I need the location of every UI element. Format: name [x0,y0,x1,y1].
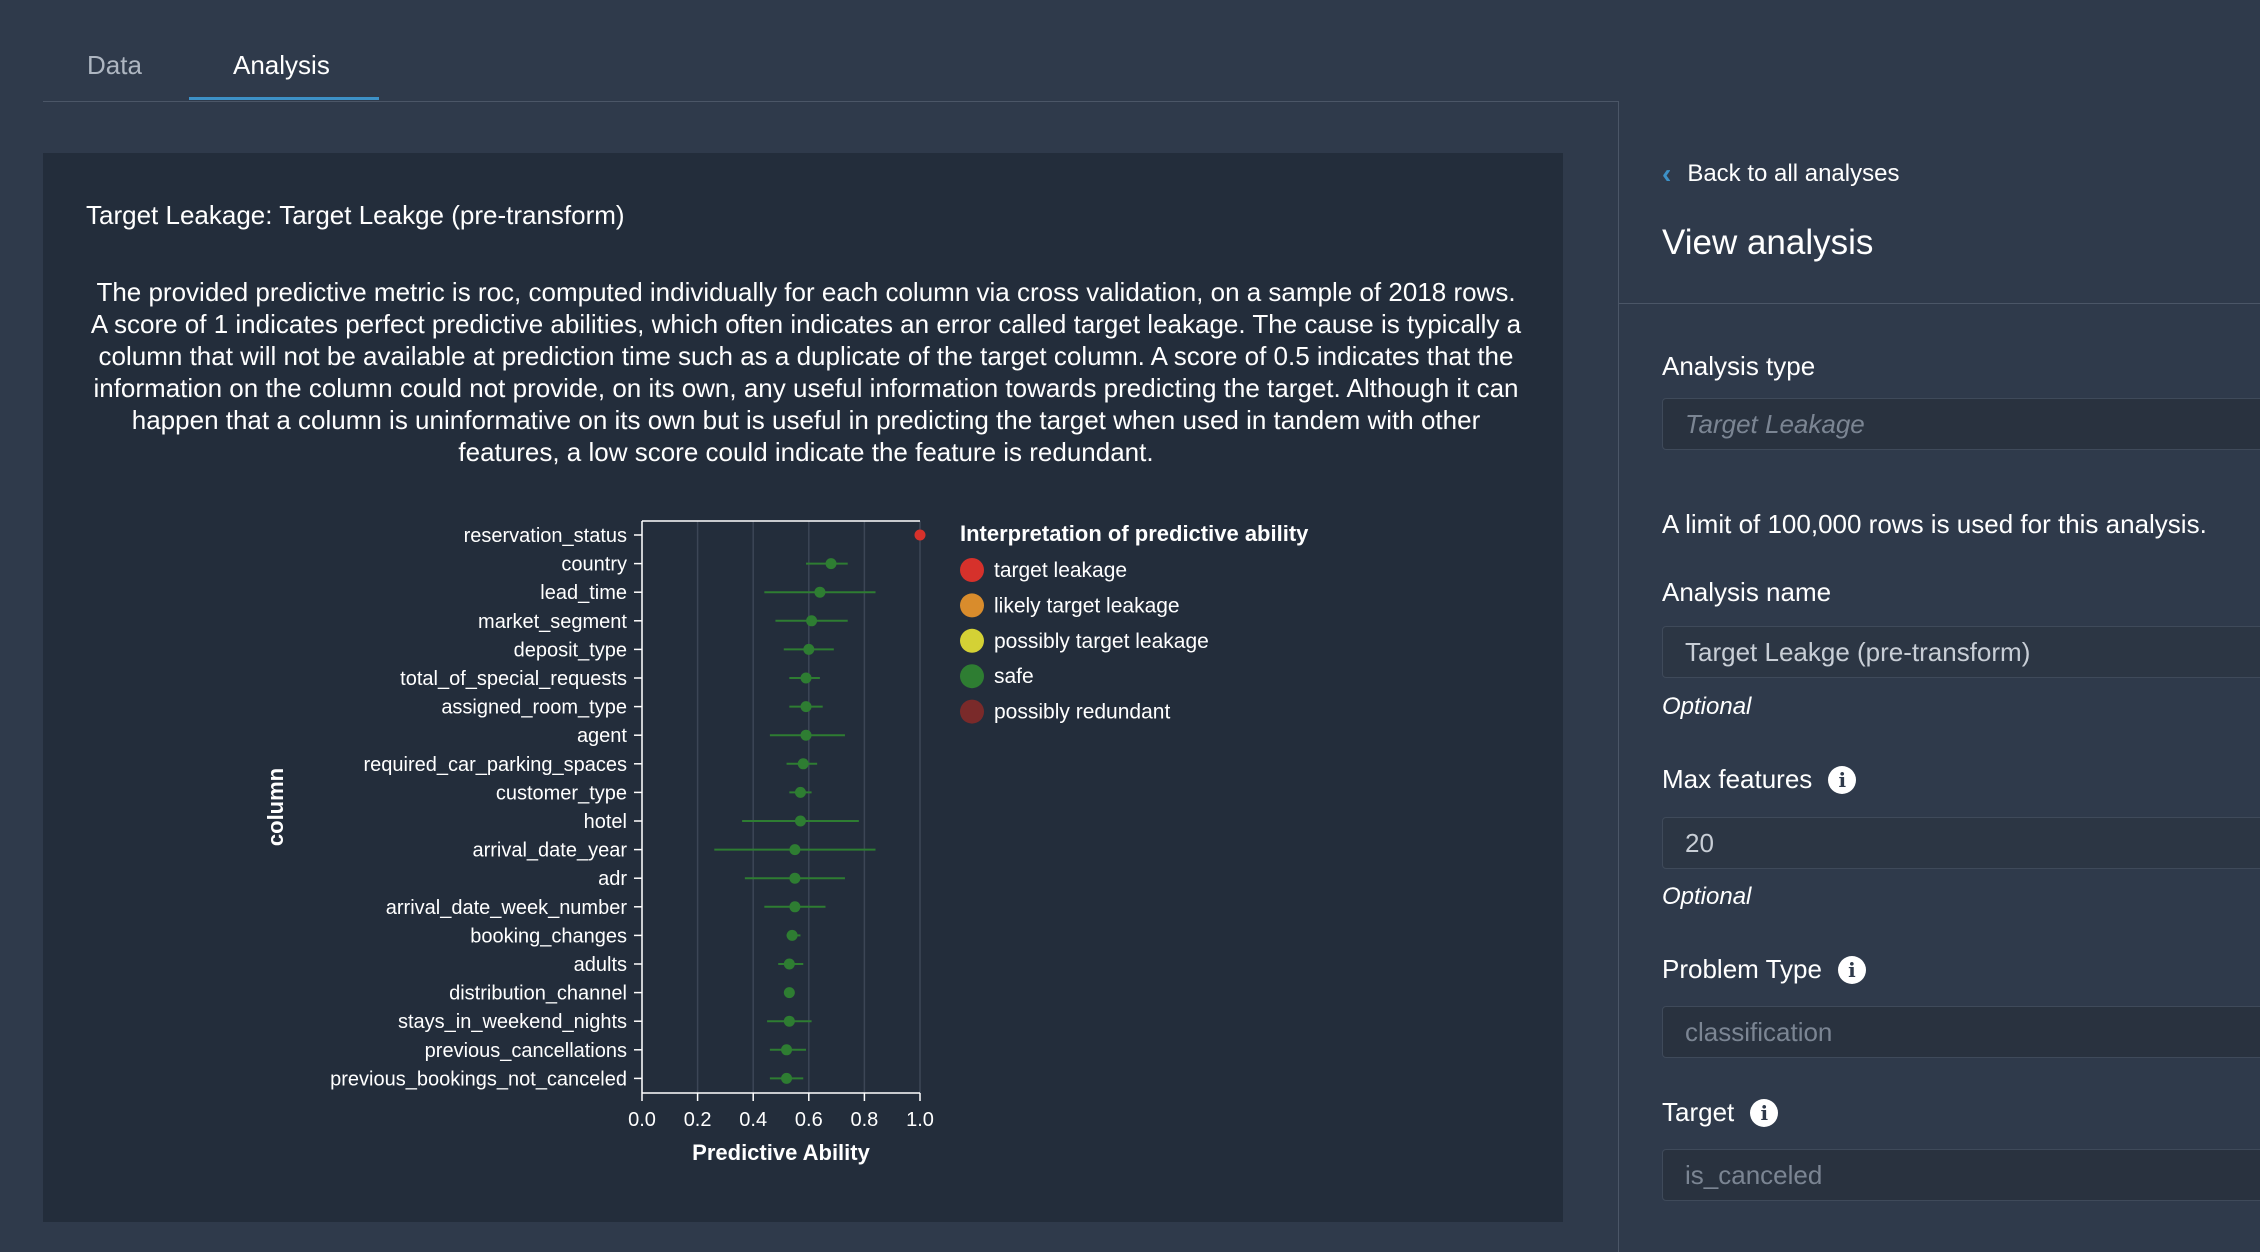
analysis-type-label: Analysis type [1662,351,1816,381]
legend-label: likely target leakage [994,594,1180,617]
data-point [781,1044,793,1056]
data-point [800,701,812,713]
y-tick-label: adults [574,954,627,976]
data-point [786,929,798,941]
data-point [803,643,815,655]
data-point [800,729,812,741]
y-tick-label: total_of_special_requests [400,668,627,690]
tab-data[interactable]: Data [87,50,142,81]
max-features-input[interactable]: 20 [1662,817,2260,869]
data-point [806,615,818,627]
tab-bar: Data Analysis [43,0,1618,102]
legend-swatch [960,699,984,724]
analysis-type-field[interactable]: Target Leakage [1662,398,2260,450]
data-point [789,844,801,856]
y-tick-label: assigned_room_type [441,697,627,719]
back-to-analyses-link[interactable]: ‹ Back to all analyses [1662,158,1899,190]
y-tick-label: previous_cancellations [425,1040,627,1062]
legend-label: target leakage [994,559,1127,582]
legend-title: Interpretation of predictive ability [960,521,1309,546]
max-features-optional: Optional [1662,883,1752,910]
y-tick-label: lead_time [540,582,627,604]
data-point [914,529,926,541]
problem-type-field[interactable]: classification [1662,1006,2260,1058]
y-tick-label: adr [598,868,627,890]
data-point [783,958,795,970]
y-tick-label: market_segment [478,611,627,633]
legend-swatch [960,558,984,582]
side-panel-title: View analysis [1662,223,1874,262]
info-icon[interactable]: i [1828,765,1857,794]
x-tick-label: 1.0 [906,1109,934,1131]
data-point [825,558,837,570]
x-tick-label: 0.2 [684,1109,712,1131]
data-point [789,901,801,913]
data-point [797,758,809,770]
row-limit-note: A limit of 100,000 rows is used for this… [1662,509,2207,539]
legend-swatch [960,664,984,689]
data-point [794,815,806,827]
y-tick-label: previous_bookings_not_canceled [330,1068,627,1090]
max-features-label: Max features i [1662,764,1857,795]
y-tick-label: arrival_date_week_number [386,897,628,919]
chevron-left-icon: ‹ [1662,158,1672,189]
target-field[interactable]: is_canceled [1662,1149,2260,1201]
info-icon[interactable]: i [1837,955,1866,984]
y-tick-label: booking_changes [470,925,627,947]
y-tick-label: distribution_channel [449,983,627,1005]
data-point [794,786,806,798]
data-point [781,1072,793,1084]
x-tick-label: 0.8 [850,1109,878,1131]
side-panel: ‹ Back to all analyses View analysis Ana… [1619,101,2260,1252]
legend-label: possibly target leakage [994,630,1209,653]
side-header-divider [1619,303,2260,304]
y-tick-label: arrival_date_year [472,840,627,862]
analysis-name-optional: Optional [1662,693,1752,720]
data-point [783,987,795,999]
y-tick-label: reservation_status [464,525,627,547]
legend-label: possibly redundant [994,701,1170,724]
data-point [800,672,812,684]
analysis-panel: Target Leakage: Target Leakge (pre-trans… [43,153,1563,1222]
x-axis-title: Predictive Ability [692,1140,870,1165]
y-tick-label: customer_type [496,782,627,804]
legend-swatch [960,593,984,618]
analysis-name-label: Analysis name [1662,577,1832,607]
x-tick-label: 0.0 [628,1109,656,1131]
target-label: Target i [1662,1097,1779,1128]
predictive-ability-chart: 0.0 0.2 0.4 0.6 0.8 1.0 reservation_statuscoun… [263,520,1309,1165]
legend-swatch [960,628,984,653]
analysis-name-input[interactable]: Target Leakge (pre-transform) [1662,626,2260,678]
y-tick-label: agent [577,725,627,747]
problem-type-label: Problem Type i [1662,954,1866,985]
y-tick-label: country [561,554,627,576]
data-point [783,1015,795,1027]
y-tick-label: stays_in_weekend_nights [398,1011,627,1033]
y-tick-label: hotel [584,811,627,833]
tab-analysis[interactable]: Analysis [233,50,330,81]
y-tick-label: required_car_parking_spaces [364,754,628,776]
legend-label: safe [994,665,1034,688]
data-point [814,586,826,598]
active-tab-indicator [189,97,379,100]
back-link-label: Back to all analyses [1687,160,1900,187]
info-icon[interactable]: i [1750,1098,1779,1127]
x-tick-label: 0.4 [739,1109,767,1131]
x-tick-label: 0.6 [795,1109,823,1131]
y-axis-title: column [263,768,288,846]
data-point [789,872,801,884]
y-tick-label: deposit_type [514,639,627,661]
